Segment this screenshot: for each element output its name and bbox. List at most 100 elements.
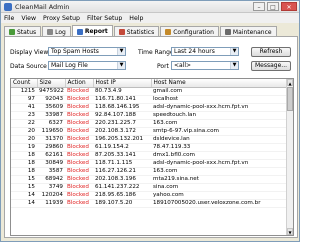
table-row[interactable]: 18 3587 Blocked 116.27.126.21 163.com [11, 167, 287, 176]
tab-label: Status [17, 28, 37, 36]
message-button[interactable]: Message... [251, 61, 291, 71]
display-view-label: Display View [10, 49, 49, 56]
chevron-down-icon: ▼ [230, 48, 238, 55]
col-host-name-header[interactable]: Host Name [151, 79, 288, 88]
cell-size: 119650 [37, 127, 65, 136]
cell-action: Blocked [65, 143, 93, 152]
cell-host-ip: 118.71.1.115 [93, 159, 151, 168]
cell-action: Blocked [65, 87, 93, 96]
cell-count: 19 [11, 143, 37, 152]
cell-host-ip: 80.73.4.9 [93, 87, 151, 96]
table-row[interactable]: 18 62161 Blocked 87.205.33.141 dmx1.bfl0.com [11, 151, 287, 160]
close-icon[interactable]: ✕ [281, 2, 297, 11]
menu-proxy-setup[interactable]: Proxy Setup [43, 15, 80, 22]
cell-count: 18 [11, 167, 37, 176]
log-icon [47, 29, 54, 35]
cell-host-name: 189107005020.user.veloxzone.com.br [151, 199, 287, 208]
col-size-header[interactable]: Size [37, 79, 66, 88]
menu-file[interactable]: File [4, 15, 14, 22]
table-row[interactable]: 14 11939 Blocked 189.107.5.20 189107005020.u… [11, 199, 287, 208]
cell-action: Blocked [65, 127, 93, 136]
minimize-icon[interactable]: – [253, 2, 265, 11]
tab-label: Maintenance [232, 28, 272, 36]
table-row[interactable]: 23 33987 Blocked 92.84.107.188 speedtouch.la… [11, 111, 287, 120]
display-view-select[interactable]: Top Spam Hosts ▼ [48, 47, 126, 56]
tab-label: Report [84, 28, 108, 35]
scrollbar-thumb[interactable] [287, 87, 293, 111]
status-icon [9, 29, 15, 35]
cell-action: Blocked [65, 167, 93, 176]
vertical-scrollbar[interactable]: ▲ ▼ [286, 79, 293, 235]
menu-help[interactable]: Help [129, 15, 143, 22]
cell-host-ip: 196.205.132.201 [93, 135, 151, 144]
cell-size: 35609 [37, 103, 65, 112]
cell-host-ip: 202.108.3.196 [93, 175, 151, 184]
cell-host-name: mta219.sina.net [151, 175, 287, 184]
table-row[interactable]: 14 120204 Blocked 218.95.65.186 yahoo.com [11, 191, 287, 200]
cell-count: 41 [11, 103, 37, 112]
table-row[interactable]: 20 119650 Blocked 202.108.3.172 smtp-6-97.vi… [11, 127, 287, 136]
cell-host-name: 163.com [151, 119, 287, 128]
table-row[interactable]: 20 31370 Blocked 196.205.132.201 dsldevice.l… [11, 135, 287, 144]
cell-action: Blocked [65, 103, 93, 112]
table-row[interactable]: 19 29860 Blocked 61.19.154.2 78.47.119.33 [11, 143, 287, 152]
tab-label: Configuration [173, 28, 214, 36]
data-source-label: Data Source [10, 63, 47, 70]
cell-size: 6327 [37, 119, 65, 128]
table-row[interactable]: 97 92043 Blocked 116.71.80.141 localhost [11, 95, 287, 104]
cell-action: Blocked [65, 111, 93, 120]
cell-size: 62161 [37, 151, 65, 160]
cell-size: 30849 [37, 159, 65, 168]
cell-size: 3749 [37, 183, 65, 192]
table-row[interactable]: 18 30849 Blocked 118.71.1.115 adsl-dynamic-p… [11, 159, 287, 168]
cell-count: 14 [11, 199, 37, 208]
statistics-icon [118, 29, 125, 35]
cell-count: 18 [11, 151, 37, 160]
cell-count: 20 [11, 135, 37, 144]
cell-size: 120204 [37, 191, 65, 200]
table-row[interactable]: 22 6327 Blocked 220.231.225.7 163.com [11, 119, 287, 128]
cell-host-ip: 220.231.225.7 [93, 119, 151, 128]
cell-count: 20 [11, 127, 37, 136]
cell-host-name: dsldevice.lan [151, 135, 287, 144]
port-select[interactable]: <all> ▼ [171, 61, 239, 70]
cell-size: 29860 [37, 143, 65, 152]
refresh-button[interactable]: Refresh [251, 47, 291, 57]
col-action-header[interactable]: Action [65, 79, 94, 88]
cell-size: 92043 [37, 95, 65, 104]
cell-host-name: sina.com [151, 183, 287, 192]
cell-size: 68942 [37, 175, 65, 184]
scroll-up-icon[interactable]: ▲ [287, 79, 293, 86]
menu-filter-setup[interactable]: Filter Setup [87, 15, 122, 22]
col-host-ip-header[interactable]: Host IP [93, 79, 152, 88]
cell-size: 9475922 [37, 87, 65, 96]
table-row[interactable]: 15 68942 Blocked 202.108.3.196 mta219.sina.n… [11, 175, 287, 184]
cell-host-ip: 202.108.3.172 [93, 127, 151, 136]
cell-action: Blocked [65, 159, 93, 168]
cell-host-ip: 87.205.33.141 [93, 151, 151, 160]
menu-view[interactable]: View [21, 15, 36, 22]
cell-host-ip: 118.68.146.195 [93, 103, 151, 112]
table-row[interactable]: 1215 9475922 Blocked 80.73.4.9 gmail.com [11, 87, 287, 96]
cell-host-ip: 61.141.237.222 [93, 183, 151, 192]
cell-host-name: yahoo.com [151, 191, 287, 200]
menu-bar: File View Proxy Setup Filter Setup Help [1, 13, 299, 23]
maximize-icon[interactable]: □ [267, 2, 279, 11]
table-row[interactable]: 41 35609 Blocked 118.68.146.195 adsl-dynamic… [11, 103, 287, 112]
data-source-value: Mail Log File [51, 62, 88, 69]
time-range-select[interactable]: Last 24 hours ▼ [171, 47, 239, 56]
data-source-select[interactable]: Mail Log File ▼ [48, 61, 126, 70]
cell-host-name: localhost [151, 95, 287, 104]
report-icon [76, 28, 83, 35]
cell-action: Blocked [65, 95, 93, 104]
cell-count: 1215 [11, 87, 37, 96]
table-row[interactable]: 15 3749 Blocked 61.141.237.222 sina.com [11, 183, 287, 192]
cell-host-name: 163.com [151, 167, 287, 176]
window-title: CleanMail Admin [15, 2, 70, 11]
cell-host-ip: 61.19.154.2 [93, 143, 151, 152]
cell-host-name: adsl-dynamic-pool-xxx.hcm.fpt.vn [151, 159, 287, 168]
time-range-label: Time Range [138, 49, 174, 56]
scroll-down-icon[interactable]: ▼ [287, 228, 293, 235]
col-count-header[interactable]: Count [11, 79, 38, 88]
chevron-down-icon: ▼ [117, 48, 125, 55]
